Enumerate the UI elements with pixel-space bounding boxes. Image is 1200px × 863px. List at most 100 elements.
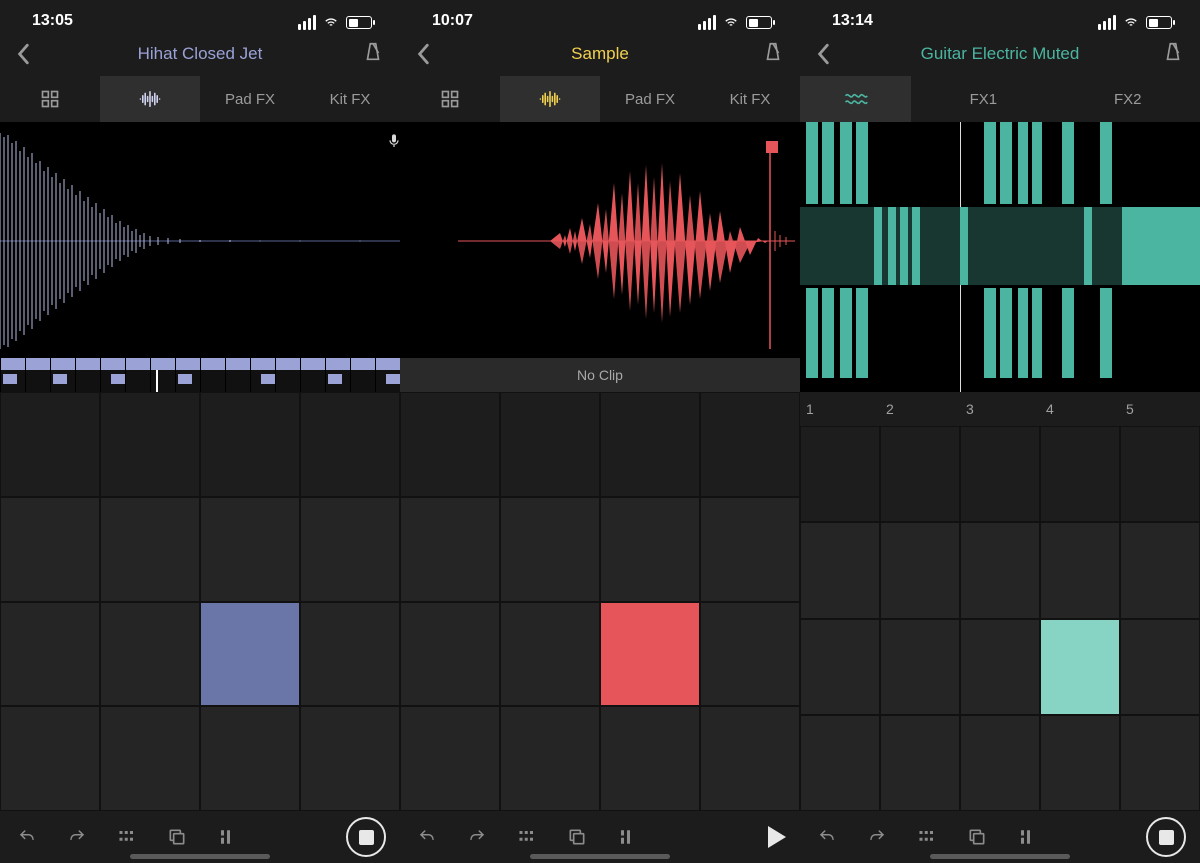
metronome-button[interactable]	[362, 41, 384, 68]
pad[interactable]	[880, 715, 960, 811]
pad-selected[interactable]	[600, 602, 700, 707]
pad[interactable]	[800, 426, 880, 522]
pad[interactable]	[300, 392, 400, 497]
pad-selected[interactable]	[1040, 619, 1120, 715]
pad[interactable]	[880, 522, 960, 618]
pad[interactable]	[300, 706, 400, 811]
pad[interactable]	[800, 715, 880, 811]
pad[interactable]	[960, 426, 1040, 522]
step-sequencer[interactable]	[0, 358, 400, 392]
screen-hihat: 13:05 Hihat Closed Jet Pad FX Kit FX	[0, 0, 400, 863]
copy-button[interactable]	[164, 824, 190, 850]
page-title[interactable]: Sample	[571, 44, 629, 64]
pad[interactable]	[500, 706, 600, 811]
pad[interactable]	[1120, 426, 1200, 522]
pad[interactable]	[400, 706, 500, 811]
undo-button[interactable]	[814, 824, 840, 850]
pad[interactable]	[400, 497, 500, 602]
redo-button[interactable]	[64, 824, 90, 850]
pad[interactable]	[100, 706, 200, 811]
metronome-button[interactable]	[1162, 41, 1184, 68]
stop-button[interactable]	[346, 817, 386, 857]
waveform-viewer[interactable]	[0, 122, 400, 358]
tab-grid[interactable]	[400, 76, 500, 122]
copy-button[interactable]	[564, 824, 590, 850]
back-button[interactable]	[810, 40, 838, 68]
pad[interactable]	[800, 522, 880, 618]
home-indicator[interactable]	[130, 854, 270, 859]
waveform-viewer[interactable]	[400, 122, 800, 358]
tab-padfx[interactable]: Pad FX	[200, 76, 300, 122]
back-button[interactable]	[10, 40, 38, 68]
pad[interactable]	[880, 426, 960, 522]
pad[interactable]	[960, 522, 1040, 618]
undo-button[interactable]	[414, 824, 440, 850]
pad[interactable]	[880, 619, 960, 715]
pad[interactable]	[1120, 619, 1200, 715]
pad[interactable]	[1040, 715, 1120, 811]
align-button[interactable]	[614, 824, 640, 850]
pad[interactable]	[1040, 522, 1120, 618]
pad[interactable]	[960, 619, 1040, 715]
pad[interactable]	[700, 497, 800, 602]
redo-button[interactable]	[864, 824, 890, 850]
tab-grid[interactable]	[0, 76, 100, 122]
page-title[interactable]: Guitar Electric Muted	[921, 44, 1080, 64]
pad[interactable]	[300, 497, 400, 602]
grid-button[interactable]	[914, 824, 940, 850]
page-title[interactable]: Hihat Closed Jet	[138, 44, 263, 64]
clip-viewer[interactable]	[800, 122, 1200, 392]
tab-kitfx[interactable]: Kit FX	[300, 76, 400, 122]
align-button[interactable]	[214, 824, 240, 850]
pad[interactable]	[1120, 522, 1200, 618]
tab-kitfx[interactable]: Kit FX	[700, 76, 800, 122]
pad[interactable]	[400, 602, 500, 707]
pad[interactable]	[700, 602, 800, 707]
pad[interactable]	[0, 706, 100, 811]
pad[interactable]	[700, 706, 800, 811]
pad[interactable]	[200, 497, 300, 602]
pad[interactable]	[400, 392, 500, 497]
pad[interactable]	[0, 602, 100, 707]
tab-wave[interactable]	[500, 76, 600, 122]
tab-fx1[interactable]: FX1	[911, 76, 1055, 122]
pad[interactable]	[800, 619, 880, 715]
back-button[interactable]	[410, 40, 438, 68]
pad[interactable]	[200, 392, 300, 497]
tab-fx2[interactable]: FX2	[1056, 76, 1200, 122]
pad[interactable]	[600, 497, 700, 602]
pad[interactable]	[0, 392, 100, 497]
metronome-button[interactable]	[762, 41, 784, 68]
home-indicator[interactable]	[530, 854, 670, 859]
pad[interactable]	[200, 706, 300, 811]
pad[interactable]	[100, 497, 200, 602]
redo-button[interactable]	[464, 824, 490, 850]
play-button[interactable]	[768, 826, 786, 848]
tab-waves[interactable]	[800, 76, 911, 122]
pad[interactable]	[600, 392, 700, 497]
home-indicator[interactable]	[930, 854, 1070, 859]
pad[interactable]	[100, 392, 200, 497]
pad[interactable]	[960, 715, 1040, 811]
pad[interactable]	[1120, 715, 1200, 811]
clip-label[interactable]: No Clip	[400, 358, 800, 392]
pad[interactable]	[1040, 426, 1120, 522]
grid-button[interactable]	[514, 824, 540, 850]
pad[interactable]	[300, 602, 400, 707]
pad[interactable]	[600, 706, 700, 811]
bar-ruler[interactable]: 1 2 3 4 5	[800, 392, 1200, 426]
pad[interactable]	[0, 497, 100, 602]
pad[interactable]	[500, 392, 600, 497]
pad-selected[interactable]	[200, 602, 300, 707]
stop-button[interactable]	[1146, 817, 1186, 857]
grid-button[interactable]	[114, 824, 140, 850]
tab-padfx[interactable]: Pad FX	[600, 76, 700, 122]
pad[interactable]	[500, 497, 600, 602]
pad[interactable]	[100, 602, 200, 707]
align-button[interactable]	[1014, 824, 1040, 850]
tab-wave[interactable]	[100, 76, 200, 122]
pad[interactable]	[500, 602, 600, 707]
pad[interactable]	[700, 392, 800, 497]
undo-button[interactable]	[14, 824, 40, 850]
copy-button[interactable]	[964, 824, 990, 850]
